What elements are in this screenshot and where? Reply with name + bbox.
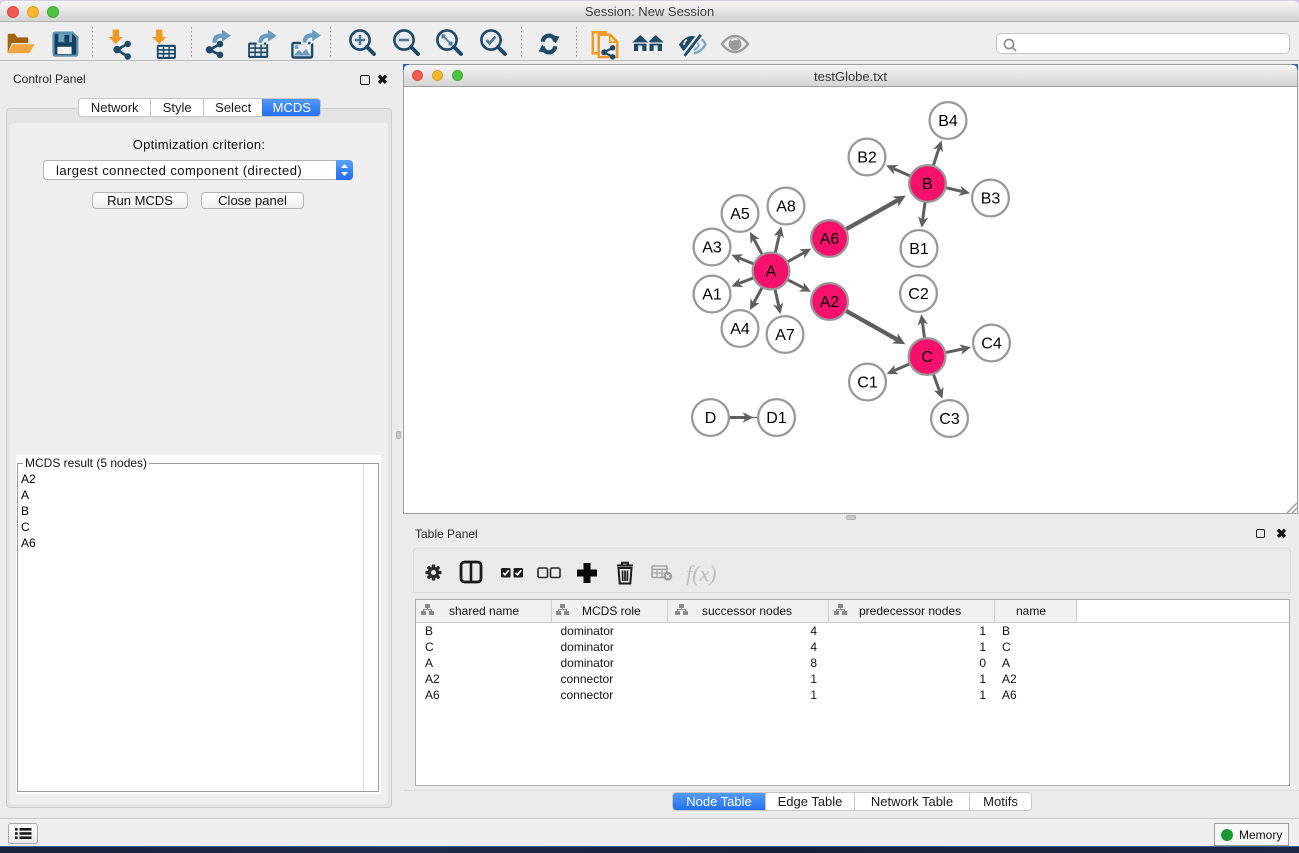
svg-text:A5: A5 [730, 206, 750, 223]
svg-text:predecessor nodes: predecessor nodes [859, 604, 961, 618]
svg-text:A6: A6 [820, 231, 840, 248]
svg-text:C3: C3 [939, 411, 960, 428]
svg-text:B3: B3 [981, 191, 1001, 208]
svg-text:A2: A2 [820, 294, 840, 311]
svg-text:1: 1 [810, 688, 817, 702]
svg-text:C1: C1 [857, 375, 878, 392]
svg-text:1: 1 [979, 672, 986, 686]
svg-text:A3: A3 [702, 240, 722, 257]
svg-text:1: 1 [979, 688, 986, 702]
svg-text:D1: D1 [766, 410, 787, 427]
svg-text:dominator: dominator [561, 656, 614, 670]
svg-text:C: C [1002, 640, 1011, 654]
svg-text:4: 4 [810, 640, 817, 654]
svg-text:C2: C2 [908, 286, 929, 303]
svg-text:f(x): f(x) [686, 561, 717, 586]
svg-text:B: B [922, 176, 933, 193]
svg-text:C: C [425, 640, 434, 654]
svg-text:C: C [921, 349, 933, 366]
svg-text:A: A [1002, 656, 1010, 670]
svg-text:A7: A7 [775, 327, 795, 344]
svg-text:B4: B4 [938, 113, 958, 130]
svg-text:8: 8 [810, 656, 817, 670]
svg-text:A2: A2 [425, 672, 440, 686]
svg-text:0: 0 [979, 656, 986, 670]
svg-text:C4: C4 [981, 336, 1002, 353]
svg-text:connector: connector [561, 672, 614, 686]
svg-text:dominator: dominator [561, 624, 614, 638]
svg-text:dominator: dominator [561, 640, 614, 654]
svg-text:successor nodes: successor nodes [702, 604, 792, 618]
svg-text:A4: A4 [730, 321, 750, 338]
svg-text:name: name [1016, 604, 1046, 618]
svg-text:connector: connector [561, 688, 614, 702]
svg-text:1: 1 [979, 640, 986, 654]
svg-text:D: D [705, 410, 717, 427]
svg-text:B1: B1 [909, 241, 929, 258]
svg-text:A: A [766, 264, 777, 281]
svg-text:A6: A6 [425, 688, 440, 702]
svg-text:1: 1 [979, 624, 986, 638]
svg-text:A2: A2 [1002, 672, 1017, 686]
svg-text:A: A [425, 656, 433, 670]
svg-text:shared name: shared name [449, 604, 519, 618]
svg-text:A6: A6 [1002, 688, 1017, 702]
svg-text:B: B [1002, 624, 1010, 638]
svg-text:B: B [425, 624, 433, 638]
svg-text:MCDS role: MCDS role [582, 604, 641, 618]
svg-text:A8: A8 [776, 199, 796, 216]
svg-text:4: 4 [810, 624, 817, 638]
svg-text:A1: A1 [702, 287, 722, 304]
svg-text:B2: B2 [857, 150, 877, 167]
svg-text:1: 1 [810, 672, 817, 686]
